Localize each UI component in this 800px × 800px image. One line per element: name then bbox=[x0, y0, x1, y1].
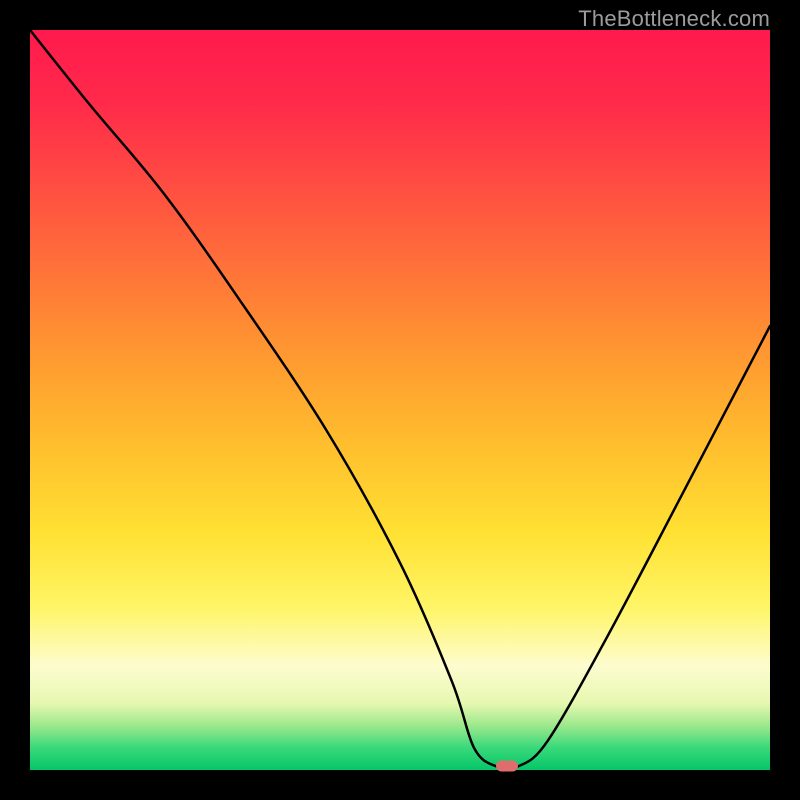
plot-area bbox=[30, 30, 770, 770]
optimal-marker bbox=[496, 761, 518, 772]
bottleneck-curve bbox=[30, 30, 770, 770]
chart-frame: TheBottleneck.com bbox=[0, 0, 800, 800]
watermark-text: TheBottleneck.com bbox=[578, 6, 770, 32]
